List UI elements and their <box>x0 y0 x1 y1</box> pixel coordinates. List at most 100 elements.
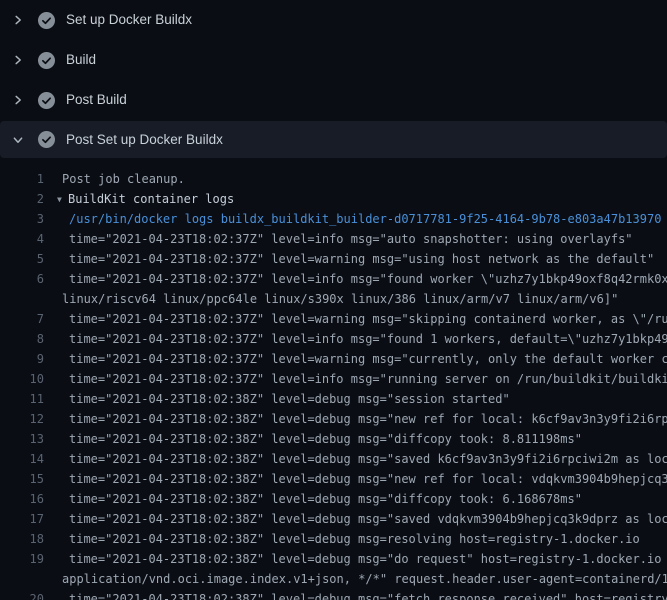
log-line: 5 time="2021-04-23T18:02:37Z" level=warn… <box>0 249 667 269</box>
line-number-empty <box>0 289 44 309</box>
log-text: time="2021-04-23T18:02:37Z" level=info m… <box>44 269 667 289</box>
line-number[interactable]: 15 <box>0 469 44 489</box>
line-number-empty <box>0 569 44 589</box>
log-text-content: time="2021-04-23T18:02:38Z" level=debug … <box>69 552 667 566</box>
step-header-post-build[interactable]: Post Build <box>0 80 667 120</box>
step-header-set-up-docker-buildx[interactable]: Set up Docker Buildx <box>0 0 667 40</box>
log-text-content: time="2021-04-23T18:02:38Z" level=debug … <box>69 532 640 546</box>
log-line: 1 Post job cleanup. <box>0 169 667 189</box>
log-text: time="2021-04-23T18:02:37Z" level=warnin… <box>44 249 654 269</box>
line-number[interactable]: 11 <box>0 389 44 409</box>
log-area: 1 Post job cleanup. 2 ▼BuildKit containe… <box>0 158 667 600</box>
step-label: Post Set up Docker Buildx <box>66 133 223 147</box>
line-number[interactable]: 3 <box>0 209 44 229</box>
log-text: time="2021-04-23T18:02:38Z" level=debug … <box>44 449 667 469</box>
log-line: 14 time="2021-04-23T18:02:38Z" level=deb… <box>0 449 667 469</box>
check-circle-icon <box>38 92 55 109</box>
log-text: time="2021-04-23T18:02:38Z" level=debug … <box>44 509 667 529</box>
line-number[interactable]: 14 <box>0 449 44 469</box>
chevron-right-icon <box>12 54 24 66</box>
line-number[interactable]: 10 <box>0 369 44 389</box>
log-text-content: time="2021-04-23T18:02:37Z" level=info m… <box>69 372 667 386</box>
log-text: time="2021-04-23T18:02:37Z" level=info m… <box>44 369 667 389</box>
log-line: 11 time="2021-04-23T18:02:38Z" level=deb… <box>0 389 667 409</box>
log-wrap-text: application/vnd.oci.image.index.v1+json,… <box>44 569 667 589</box>
line-number[interactable]: 2 <box>0 189 44 209</box>
log-line: 16 time="2021-04-23T18:02:38Z" level=deb… <box>0 489 667 509</box>
line-number[interactable]: 4 <box>0 229 44 249</box>
log-line: 15 time="2021-04-23T18:02:38Z" level=deb… <box>0 469 667 489</box>
log-line: 10 time="2021-04-23T18:02:37Z" level=inf… <box>0 369 667 389</box>
line-number[interactable]: 19 <box>0 549 44 569</box>
line-number[interactable]: 16 <box>0 489 44 509</box>
log-line: 19 time="2021-04-23T18:02:38Z" level=deb… <box>0 549 667 569</box>
log-text: time="2021-04-23T18:02:37Z" level=info m… <box>44 329 667 349</box>
log-text-content: time="2021-04-23T18:02:38Z" level=debug … <box>69 452 667 466</box>
log-text-content: time="2021-04-23T18:02:38Z" level=debug … <box>69 492 582 506</box>
log-text: time="2021-04-23T18:02:38Z" level=debug … <box>44 489 582 509</box>
log-text: /usr/bin/docker logs buildx_buildkit_bui… <box>44 209 661 229</box>
log-wrap-text: linux/riscv64 linux/ppc64le linux/s390x … <box>44 289 618 309</box>
line-number[interactable]: 18 <box>0 529 44 549</box>
step-header-post-set-up-docker-buildx[interactable]: Post Set up Docker Buildx <box>0 121 667 158</box>
check-circle-icon <box>38 12 55 29</box>
log-text-content: time="2021-04-23T18:02:37Z" level=info m… <box>69 272 667 286</box>
log-text-content: time="2021-04-23T18:02:38Z" level=debug … <box>69 412 667 426</box>
group-toggle-icon[interactable]: ▼ <box>57 190 68 210</box>
chevron-down-icon <box>12 134 24 146</box>
log-text: time="2021-04-23T18:02:38Z" level=debug … <box>44 429 582 449</box>
log-text-content: BuildKit container logs <box>68 192 234 206</box>
log-line-wrap: linux/riscv64 linux/ppc64le linux/s390x … <box>0 289 667 309</box>
line-number[interactable]: 13 <box>0 429 44 449</box>
line-number[interactable]: 6 <box>0 269 44 289</box>
step-list: Set up Docker Buildx Build Post Build Po… <box>0 0 667 158</box>
chevron-right-icon <box>12 14 24 26</box>
line-number[interactable]: 12 <box>0 409 44 429</box>
line-number[interactable]: 1 <box>0 169 44 189</box>
log-line: 20 time="2021-04-23T18:02:38Z" level=deb… <box>0 589 667 600</box>
log-line: 8 time="2021-04-23T18:02:37Z" level=info… <box>0 329 667 349</box>
log-text-content: time="2021-04-23T18:02:38Z" level=debug … <box>69 592 667 600</box>
log-text: Post job cleanup. <box>44 169 185 189</box>
log-text-content: /usr/bin/docker logs buildx_buildkit_bui… <box>69 212 661 226</box>
log-line: 2 ▼BuildKit container logs <box>0 189 667 209</box>
log-line: 18 time="2021-04-23T18:02:38Z" level=deb… <box>0 529 667 549</box>
log-text: time="2021-04-23T18:02:38Z" level=debug … <box>44 389 510 409</box>
log-text: time="2021-04-23T18:02:38Z" level=debug … <box>44 529 640 549</box>
check-circle-icon <box>38 52 55 69</box>
log-line: 12 time="2021-04-23T18:02:38Z" level=deb… <box>0 409 667 429</box>
log-line: 7 time="2021-04-23T18:02:37Z" level=warn… <box>0 309 667 329</box>
line-number[interactable]: 9 <box>0 349 44 369</box>
step-label: Set up Docker Buildx <box>66 13 192 27</box>
line-number[interactable]: 20 <box>0 589 44 600</box>
log-line: 3 /usr/bin/docker logs buildx_buildkit_b… <box>0 209 667 229</box>
step-label: Build <box>66 53 96 67</box>
line-number[interactable]: 5 <box>0 249 44 269</box>
log-text: time="2021-04-23T18:02:37Z" level=info m… <box>44 229 633 249</box>
log-text-content: time="2021-04-23T18:02:37Z" level=info m… <box>69 232 633 246</box>
check-circle-icon <box>38 131 55 148</box>
log-text: time="2021-04-23T18:02:38Z" level=debug … <box>44 409 667 429</box>
log-text: time="2021-04-23T18:02:37Z" level=warnin… <box>44 349 667 369</box>
log-text: time="2021-04-23T18:02:38Z" level=debug … <box>44 549 667 569</box>
line-number[interactable]: 8 <box>0 329 44 349</box>
log-text: time="2021-04-23T18:02:38Z" level=debug … <box>44 589 667 600</box>
log-text-content: time="2021-04-23T18:02:38Z" level=debug … <box>69 472 667 486</box>
log-line: 4 time="2021-04-23T18:02:37Z" level=info… <box>0 229 667 249</box>
log-text: time="2021-04-23T18:02:38Z" level=debug … <box>44 469 667 489</box>
log-line: 9 time="2021-04-23T18:02:37Z" level=warn… <box>0 349 667 369</box>
log-line: 6 time="2021-04-23T18:02:37Z" level=info… <box>0 269 667 289</box>
log-text-content: time="2021-04-23T18:02:37Z" level=warnin… <box>69 312 667 326</box>
line-number[interactable]: 17 <box>0 509 44 529</box>
log-text-content: time="2021-04-23T18:02:37Z" level=info m… <box>69 332 667 346</box>
step-header-build[interactable]: Build <box>0 40 667 80</box>
line-number[interactable]: 7 <box>0 309 44 329</box>
log-text-content: time="2021-04-23T18:02:38Z" level=debug … <box>69 392 510 406</box>
log-line-wrap: application/vnd.oci.image.index.v1+json,… <box>0 569 667 589</box>
chevron-right-icon <box>12 94 24 106</box>
log-text-content: time="2021-04-23T18:02:37Z" level=warnin… <box>69 252 654 266</box>
log-text-content: time="2021-04-23T18:02:38Z" level=debug … <box>69 512 667 526</box>
log-line: 17 time="2021-04-23T18:02:38Z" level=deb… <box>0 509 667 529</box>
log-line: 13 time="2021-04-23T18:02:38Z" level=deb… <box>0 429 667 449</box>
log-text-content: time="2021-04-23T18:02:38Z" level=debug … <box>69 432 582 446</box>
